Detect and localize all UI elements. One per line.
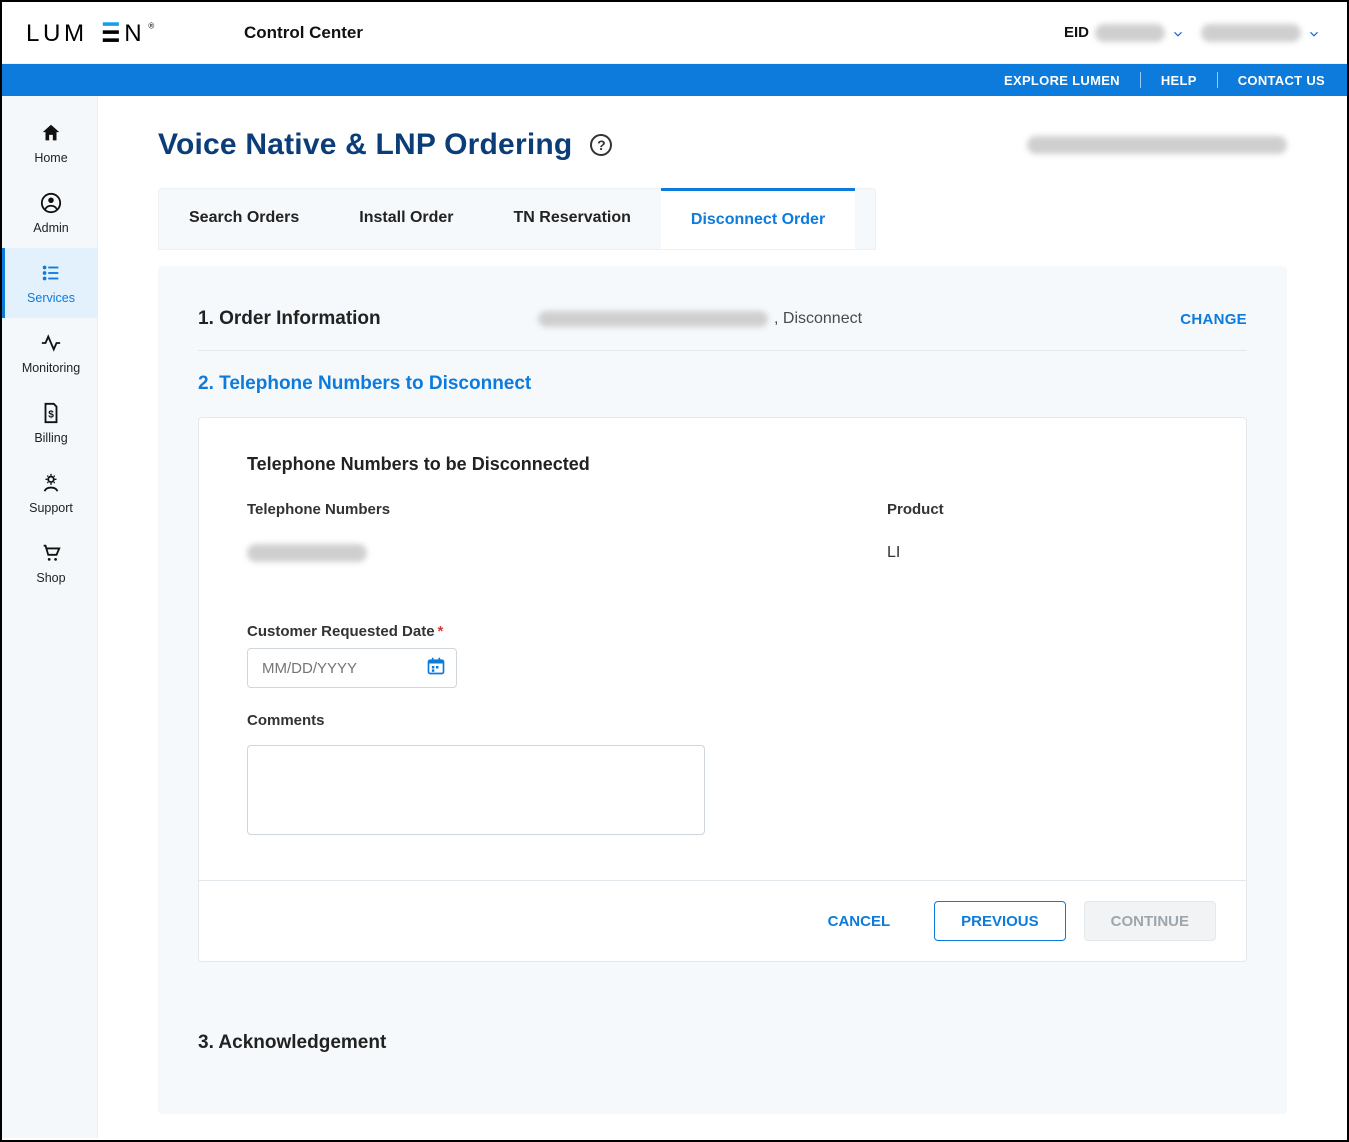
help-icon[interactable]: ?	[590, 134, 612, 156]
svg-text:®: ®	[148, 21, 157, 30]
order-steps-panel: 1. Order Information , Disconnect CHANGE…	[158, 266, 1287, 1114]
gear-user-icon	[40, 472, 62, 497]
calendar-icon[interactable]	[426, 656, 446, 681]
contact-us-link[interactable]: CONTACT US	[1238, 73, 1325, 88]
sidebar-item-monitoring[interactable]: Monitoring	[2, 318, 97, 388]
sidebar-item-shop[interactable]: Shop	[2, 528, 97, 598]
eid-value-redacted	[1095, 24, 1165, 42]
page-header-row: Voice Native & LNP Ordering ?	[158, 128, 1287, 162]
top-header-left: LUM N ® Control Center	[26, 20, 363, 46]
comments-label: Comments	[247, 712, 1198, 729]
activity-icon	[40, 332, 62, 357]
help-link[interactable]: HELP	[1161, 73, 1197, 88]
tab-install-order[interactable]: Install Order	[329, 189, 483, 249]
step-2-row: 2. Telephone Numbers to Disconnect	[198, 351, 1247, 395]
main-content: Voice Native & LNP Ordering ? Search Ord…	[98, 96, 1347, 1138]
svg-text:$: $	[48, 409, 54, 420]
step-1-row: 1. Order Information , Disconnect CHANGE	[198, 286, 1247, 351]
previous-button[interactable]: PREVIOUS	[934, 901, 1066, 941]
secondary-nav-bar: EXPLORE LUMEN HELP CONTACT US	[2, 64, 1347, 96]
cart-icon	[40, 542, 62, 567]
comments-textarea[interactable]	[247, 745, 705, 835]
card-footer: CANCEL PREVIOUS CONTINUE	[199, 880, 1246, 961]
sidebar-item-billing[interactable]: $ Billing	[2, 388, 97, 458]
step-3-title: 3. Acknowledgement	[198, 1032, 538, 1054]
document-dollar-icon: $	[40, 402, 62, 427]
sidebar: Home Admin Services Monitoring $ Billing…	[2, 96, 98, 1138]
sidebar-item-admin[interactable]: Admin	[2, 178, 97, 248]
continue-button: CONTINUE	[1084, 901, 1216, 941]
sidebar-item-label: Home	[34, 151, 67, 165]
sidebar-item-support[interactable]: Support	[2, 458, 97, 528]
tabs: Search Orders Install Order TN Reservati…	[158, 188, 876, 250]
step-1-account-redacted	[538, 311, 768, 327]
sidebar-item-label: Billing	[34, 431, 67, 445]
product-name: Control Center	[244, 23, 363, 43]
user-dropdown[interactable]	[1201, 24, 1319, 42]
change-step-1-link[interactable]: CHANGE	[1180, 311, 1247, 328]
customer-requested-date-input[interactable]	[247, 648, 457, 688]
page-title: Voice Native & LNP Ordering	[158, 128, 572, 162]
sidebar-item-label: Shop	[36, 571, 65, 585]
step-3-row: 3. Acknowledgement	[198, 1010, 1247, 1074]
divider	[1217, 72, 1218, 88]
chevron-down-icon	[1307, 27, 1319, 39]
col-header-product: Product	[887, 501, 1198, 518]
explore-lumen-link[interactable]: EXPLORE LUMEN	[1004, 73, 1120, 88]
card-section-title: Telephone Numbers to be Disconnected	[247, 454, 1198, 475]
home-icon	[40, 122, 62, 147]
svg-text:N: N	[124, 20, 145, 46]
tab-disconnect-order[interactable]: Disconnect Order	[661, 188, 855, 249]
tn-value-redacted	[247, 544, 367, 562]
eid-dropdown[interactable]: EID	[1064, 24, 1183, 42]
top-header: LUM N ® Control Center EID	[2, 2, 1347, 64]
sidebar-item-label: Monitoring	[22, 361, 80, 375]
tab-tn-reservation[interactable]: TN Reservation	[484, 189, 661, 249]
list-icon	[40, 262, 62, 287]
date-field-label: Customer Requested Date*	[247, 623, 1198, 640]
account-name-redacted	[1027, 136, 1287, 154]
eid-label: EID	[1064, 24, 1089, 41]
col-header-tn: Telephone Numbers	[247, 501, 647, 518]
product-value: LI	[887, 544, 1198, 562]
divider	[1140, 72, 1141, 88]
lumen-logo[interactable]: LUM N ®	[26, 20, 176, 46]
step-1-summary: , Disconnect	[538, 310, 1180, 328]
required-asterisk: *	[438, 623, 444, 640]
tab-search-orders[interactable]: Search Orders	[159, 189, 329, 249]
user-circle-icon	[40, 192, 62, 217]
step-2-title: 2. Telephone Numbers to Disconnect	[198, 373, 538, 395]
sidebar-item-label: Admin	[33, 221, 68, 235]
svg-text:LUM: LUM	[26, 20, 88, 46]
top-header-right: EID	[1064, 24, 1319, 42]
disconnect-tn-card: Telephone Numbers to be Disconnected Tel…	[198, 417, 1247, 962]
sidebar-item-home[interactable]: Home	[2, 108, 97, 178]
sidebar-item-services[interactable]: Services	[2, 248, 97, 318]
cancel-button[interactable]: CANCEL	[802, 901, 917, 941]
sidebar-item-label: Services	[27, 291, 75, 305]
sidebar-item-label: Support	[29, 501, 73, 515]
step-1-suffix: , Disconnect	[774, 310, 862, 328]
chevron-down-icon	[1171, 27, 1183, 39]
date-text-input[interactable]	[262, 660, 426, 677]
step-1-title: 1. Order Information	[198, 308, 538, 330]
user-name-redacted	[1201, 24, 1301, 42]
